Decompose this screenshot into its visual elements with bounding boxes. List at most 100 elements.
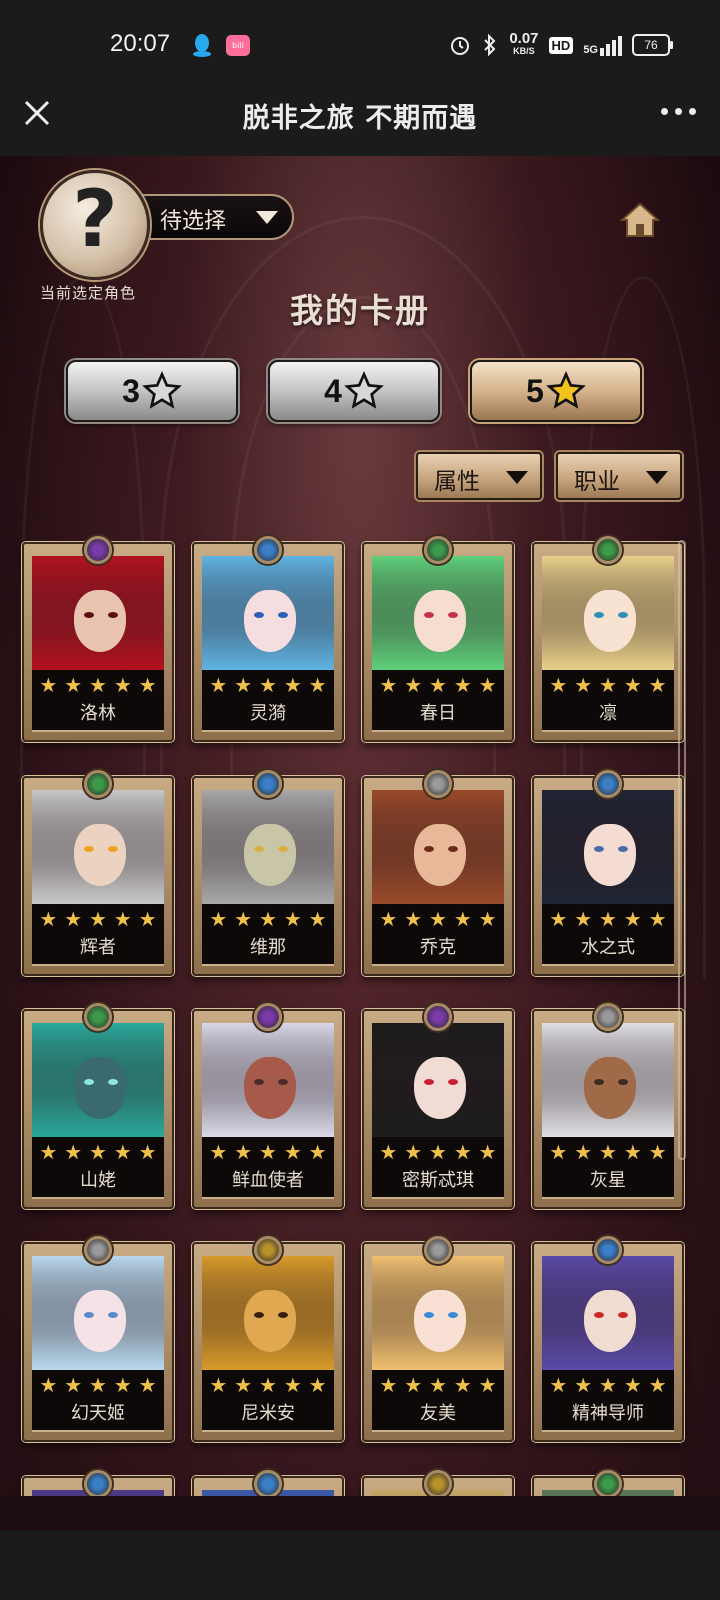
character-card[interactable]: ★ ★ ★ ★ ★ 乔克 <box>362 770 514 976</box>
character-card[interactable]: ★ ★ ★ ★ ★ 辉者 <box>22 770 174 976</box>
star-filled-icon <box>546 371 586 409</box>
star-icon: ★ <box>379 1140 398 1164</box>
attribute-badge-icon <box>424 770 452 798</box>
game-canvas: 待选择 ? 当前选定角色 我的卡册 3 4 5 属性 职业 ★ ★ ★ ★ ★ 洛林 ★ ★ ★… <box>0 156 720 1530</box>
star-icon: ★ <box>478 1373 497 1397</box>
star-icon: ★ <box>623 1140 642 1164</box>
card-portrait <box>32 556 164 670</box>
card-name: 灵漪 <box>202 700 334 732</box>
star-icon: ★ <box>64 1140 83 1164</box>
scrollbar[interactable] <box>678 540 686 1160</box>
home-icon[interactable] <box>620 200 660 240</box>
star-icon: ★ <box>89 673 107 697</box>
status-right: 0.07 KB/S HD 5G 76 <box>449 30 673 60</box>
bluetooth-icon <box>484 34 496 56</box>
card-portrait <box>202 556 334 670</box>
card-portrait <box>542 790 674 904</box>
star-icon: ★ <box>234 1373 253 1397</box>
character-card[interactable]: ★ ★ ★ ★ ★ 灵漪 <box>192 536 344 742</box>
star-icon: ★ <box>404 907 423 931</box>
attribute-badge-icon <box>84 536 112 564</box>
star-icon: ★ <box>599 1373 617 1397</box>
star-icon: ★ <box>259 1140 277 1164</box>
star-icon: ★ <box>429 1373 447 1397</box>
star-icon: ★ <box>259 673 277 697</box>
character-card[interactable]: ★ ★ ★ ★ ★ 鲜血使者 <box>192 1003 344 1209</box>
card-stars: ★ ★ ★ ★ ★ <box>202 1370 334 1400</box>
class-filter[interactable]: 职业 <box>556 452 682 500</box>
card-stars: ★ ★ ★ ★ ★ <box>32 1137 164 1167</box>
scroll-clip <box>0 1496 720 1530</box>
alarm-icon <box>451 37 470 55</box>
card-stars: ★ ★ ★ ★ ★ <box>32 670 164 700</box>
attribute-badge-icon <box>84 1003 112 1031</box>
card-name: 水之式 <box>542 934 674 966</box>
star-icon: ★ <box>259 907 277 931</box>
star-icon: ★ <box>113 1140 132 1164</box>
star-icon: ★ <box>549 1373 568 1397</box>
character-card[interactable]: ★ ★ ★ ★ ★ 灰星 <box>532 1003 684 1209</box>
character-card[interactable]: ★ ★ ★ ★ ★ 尼米安 <box>192 1236 344 1442</box>
star-icon: ★ <box>623 1373 642 1397</box>
star-icon: ★ <box>113 907 132 931</box>
more-icon[interactable] <box>661 108 696 115</box>
card-name: 尼米安 <box>202 1400 334 1432</box>
card-name: 洛林 <box>32 700 164 732</box>
star-icon: ★ <box>453 907 472 931</box>
star-icon: ★ <box>209 1140 228 1164</box>
star-icon: ★ <box>39 907 58 931</box>
attribute-badge-icon <box>594 1003 622 1031</box>
tab-3-star[interactable]: 3 <box>66 360 238 422</box>
character-card[interactable]: ★ ★ ★ ★ ★ 水之式 <box>532 770 684 976</box>
star-icon: ★ <box>429 907 447 931</box>
card-stars: ★ ★ ★ ★ ★ <box>202 904 334 934</box>
star-icon: ★ <box>234 907 253 931</box>
star-icon: ★ <box>453 1373 472 1397</box>
attribute-filter[interactable]: 属性 <box>416 452 542 500</box>
character-card[interactable]: ★ ★ ★ ★ ★ 山姥 <box>22 1003 174 1209</box>
star-icon: ★ <box>283 1140 302 1164</box>
card-portrait <box>542 1023 674 1137</box>
page-title: 脱非之旅 不期而遇 <box>242 103 478 134</box>
character-card[interactable]: ★ ★ ★ ★ ★ 维那 <box>192 770 344 976</box>
character-card[interactable]: ★ ★ ★ ★ ★ 幻天姬 <box>22 1236 174 1442</box>
star-icon: ★ <box>648 1373 667 1397</box>
bilibili-icon: bili <box>226 35 250 56</box>
signal-icon: 5G <box>583 34 622 56</box>
card-portrait <box>372 556 504 670</box>
character-card[interactable]: ★ ★ ★ ★ ★ 洛林 <box>22 536 174 742</box>
card-portrait <box>202 1256 334 1370</box>
attribute-badge-icon <box>594 770 622 798</box>
card-portrait <box>542 556 674 670</box>
star-icon: ★ <box>478 673 497 697</box>
star-icon: ★ <box>574 1373 593 1397</box>
card-stars: ★ ★ ★ ★ ★ <box>372 904 504 934</box>
attribute-badge-icon <box>84 770 112 798</box>
star-icon: ★ <box>209 673 228 697</box>
card-name: 凛 <box>542 700 674 732</box>
card-portrait <box>32 790 164 904</box>
current-role-avatar[interactable]: ? <box>40 170 150 280</box>
character-card[interactable]: ★ ★ ★ ★ ★ 精神导师 <box>532 1236 684 1442</box>
star-icon: ★ <box>574 673 593 697</box>
star-icon: ★ <box>648 673 667 697</box>
card-stars: ★ ★ ★ ★ ★ <box>202 1137 334 1167</box>
card-stars: ★ ★ ★ ★ ★ <box>542 670 674 700</box>
role-select[interactable]: 待选择 <box>140 194 294 240</box>
character-card[interactable]: ★ ★ ★ ★ ★ 密斯忒琪 <box>362 1003 514 1209</box>
tab-4-star[interactable]: 4 <box>268 360 440 422</box>
card-portrait <box>32 1256 164 1370</box>
attribute-badge-icon <box>594 536 622 564</box>
star-icon: ★ <box>478 907 497 931</box>
star-icon: ★ <box>138 1140 157 1164</box>
star-icon: ★ <box>89 907 107 931</box>
character-card[interactable]: ★ ★ ★ ★ ★ 春日 <box>362 536 514 742</box>
star-icon: ★ <box>623 907 642 931</box>
attribute-badge-icon <box>424 1236 452 1264</box>
star-outline-icon <box>142 371 182 409</box>
tab-5-star[interactable]: 5 <box>470 360 642 422</box>
character-card[interactable]: ★ ★ ★ ★ ★ 凛 <box>532 536 684 742</box>
card-name: 幻天姬 <box>32 1400 164 1432</box>
character-card[interactable]: ★ ★ ★ ★ ★ 友美 <box>362 1236 514 1442</box>
attribute-badge-icon <box>254 1470 282 1498</box>
